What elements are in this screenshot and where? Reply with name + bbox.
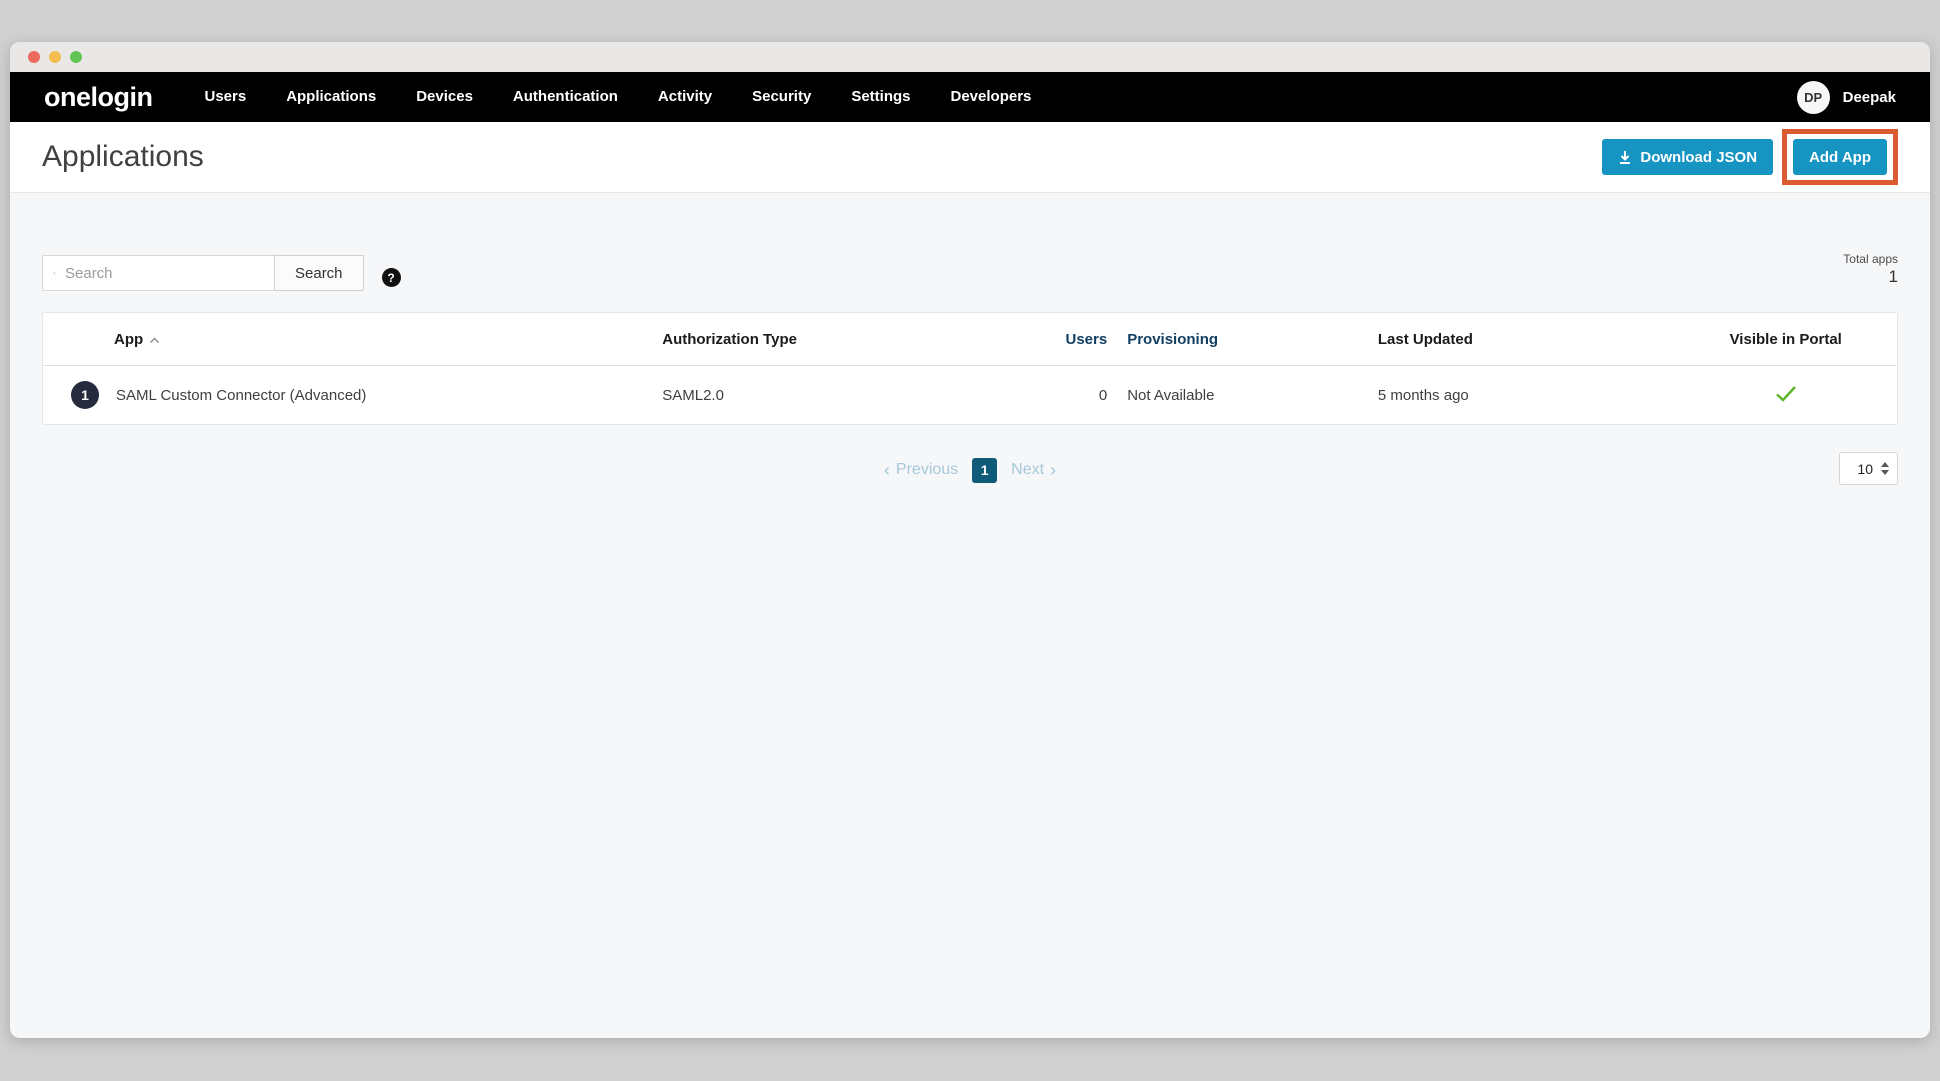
toolbar-row: Search ? Total apps 1 (42, 255, 1898, 291)
pagination-row: ‹ Previous 1 Next › 10 (42, 452, 1898, 488)
chevron-right-icon: › (1050, 461, 1056, 479)
previous-page-button[interactable]: ‹ Previous (884, 461, 958, 479)
user-name[interactable]: Deepak (1843, 89, 1896, 106)
check-icon (1775, 385, 1797, 402)
onelogin-logo[interactable]: onelogin (44, 84, 152, 111)
nav-item-settings[interactable]: Settings (851, 72, 910, 122)
stepper-up-icon[interactable] (1881, 462, 1889, 467)
window-titlebar (10, 42, 1930, 72)
stepper-icon (1881, 462, 1889, 475)
total-apps-block: Total apps 1 (1843, 252, 1898, 287)
search-box (42, 255, 275, 291)
applications-table: App Authorization Type Users Provisionin… (42, 312, 1898, 425)
search-button[interactable]: Search (274, 255, 364, 291)
nav-item-security[interactable]: Security (752, 72, 811, 122)
app-icon: 1 (71, 381, 99, 409)
close-window-icon[interactable] (28, 51, 40, 63)
minimize-window-icon[interactable] (49, 51, 61, 63)
app-name[interactable]: SAML Custom Connector (Advanced) (116, 387, 366, 404)
highlight-annotation: Add App (1782, 129, 1898, 185)
nav-item-developers[interactable]: Developers (951, 72, 1032, 122)
provisioning-cell: Not Available (1107, 387, 1378, 404)
header-actions: Download JSON Add App (1602, 129, 1898, 185)
table-row[interactable]: 1 SAML Custom Connector (Advanced) SAML2… (43, 366, 1897, 424)
top-navbar: onelogin Users Applications Devices Auth… (10, 72, 1930, 122)
nav-menu: Users Applications Devices Authenticatio… (204, 72, 1031, 122)
add-app-label: Add App (1809, 149, 1871, 166)
current-page-button[interactable]: 1 (972, 458, 997, 483)
user-menu[interactable]: DP Deepak (1797, 81, 1896, 114)
last-updated-cell: 5 months ago (1378, 387, 1675, 404)
next-page-button[interactable]: Next › (1011, 461, 1056, 479)
page-size-value: 10 (1857, 461, 1873, 477)
app-cell[interactable]: 1 SAML Custom Connector (Advanced) (43, 381, 662, 409)
nav-item-users[interactable]: Users (204, 72, 246, 122)
nav-item-activity[interactable]: Activity (658, 72, 712, 122)
nav-item-applications[interactable]: Applications (286, 72, 376, 122)
search-wrap: Search ? (42, 255, 401, 291)
sort-ascending-icon (149, 337, 160, 344)
auth-type-cell: SAML2.0 (662, 387, 996, 404)
download-json-button[interactable]: Download JSON (1602, 139, 1773, 175)
page-header: Applications Download JSON Add App (10, 122, 1930, 193)
column-header-visible-in-portal: Visible in Portal (1674, 331, 1896, 348)
column-header-authorization-type: Authorization Type (662, 331, 996, 348)
chevron-left-icon: ‹ (884, 461, 890, 479)
pagination: ‹ Previous 1 Next › (884, 458, 1056, 483)
nav-item-devices[interactable]: Devices (416, 72, 473, 122)
download-json-label: Download JSON (1640, 149, 1757, 166)
maximize-window-icon[interactable] (70, 51, 82, 63)
column-header-provisioning[interactable]: Provisioning (1107, 331, 1378, 348)
users-cell: 0 (996, 387, 1107, 404)
table-header-row: App Authorization Type Users Provisionin… (43, 313, 1897, 366)
page-title: Applications (42, 140, 204, 174)
column-header-last-updated: Last Updated (1378, 331, 1675, 348)
main-content: Search ? Total apps 1 App Authorization … (10, 255, 1930, 488)
app-window: onelogin Users Applications Devices Auth… (10, 42, 1930, 1038)
download-icon (1618, 150, 1632, 165)
nav-item-authentication[interactable]: Authentication (513, 72, 618, 122)
search-input[interactable] (65, 265, 264, 282)
avatar[interactable]: DP (1797, 81, 1830, 114)
add-app-button[interactable]: Add App (1793, 139, 1887, 175)
column-header-app[interactable]: App (43, 331, 662, 348)
total-apps-label: Total apps (1843, 252, 1898, 266)
help-icon[interactable]: ? (382, 268, 401, 287)
column-header-users[interactable]: Users (996, 331, 1107, 348)
stepper-down-icon[interactable] (1881, 470, 1889, 475)
search-icon (53, 265, 56, 282)
visible-in-portal-cell (1674, 385, 1896, 406)
page-size-select[interactable]: 10 (1839, 452, 1898, 485)
total-apps-value: 1 (1843, 267, 1898, 287)
